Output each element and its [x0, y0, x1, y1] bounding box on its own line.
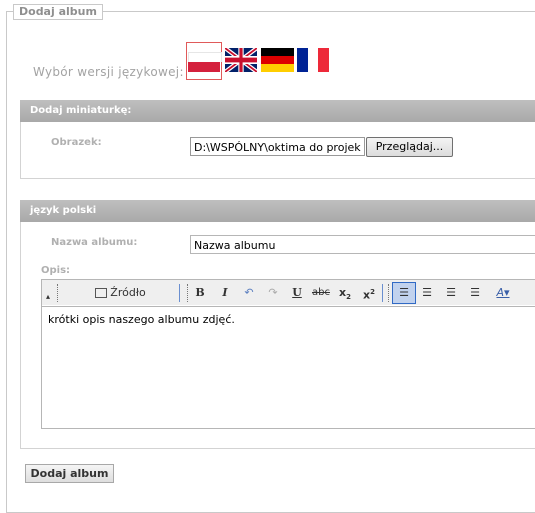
form-legend: Dodaj album	[13, 4, 103, 20]
source-button[interactable]: Źródło dokumentu	[64, 280, 177, 324]
flag-de-icon[interactable]	[261, 48, 294, 72]
flag-fr-icon[interactable]	[297, 48, 329, 72]
align-left-icon[interactable]: ☰	[392, 282, 416, 304]
redo-icon[interactable]: ↷	[263, 280, 283, 305]
flag-pl-icon[interactable]	[186, 42, 222, 80]
browse-button[interactable]: Przeglądaj...	[366, 137, 453, 157]
undo-icon[interactable]: ↶	[239, 280, 259, 305]
align-justify-icon[interactable]: ☰	[465, 280, 485, 305]
text-color-icon[interactable]: A▾	[489, 280, 517, 305]
subscript-icon[interactable]: x2	[335, 280, 355, 305]
add-album-button[interactable]: Dodaj album	[25, 464, 114, 483]
editor-content-text: krótki opis naszego albumu zdjęć.	[48, 313, 235, 326]
superscript-icon[interactable]: x2	[359, 280, 379, 305]
file-input[interactable]: D:\WSPÓLNY\oktima do projek	[190, 137, 365, 156]
editor-toolbar: ▴ Źródło dokumentu B I ↶ ↷ U abc x2 x2 ☰…	[42, 280, 535, 324]
underline-icon[interactable]: U	[287, 280, 307, 305]
align-right-icon[interactable]: ☰	[441, 280, 461, 305]
language-label: Wybór wersji językowej:	[33, 65, 184, 79]
thumbnail-panel-header: Dodaj miniaturkę:	[20, 100, 535, 122]
italic-icon[interactable]: I	[215, 280, 235, 305]
description-label: Opis:	[41, 265, 71, 276]
align-center-icon[interactable]: ☰	[417, 280, 437, 305]
album-name-input[interactable]: Nazwa albumu	[190, 235, 535, 254]
polish-panel-header: język polski	[20, 200, 535, 222]
flag-en-icon[interactable]	[224, 45, 258, 75]
image-label: Obrazek:	[51, 137, 102, 148]
bold-icon[interactable]: B	[190, 280, 210, 305]
strikethrough-icon[interactable]: abc	[311, 280, 331, 305]
album-name-label: Nazwa albumu:	[51, 237, 138, 248]
